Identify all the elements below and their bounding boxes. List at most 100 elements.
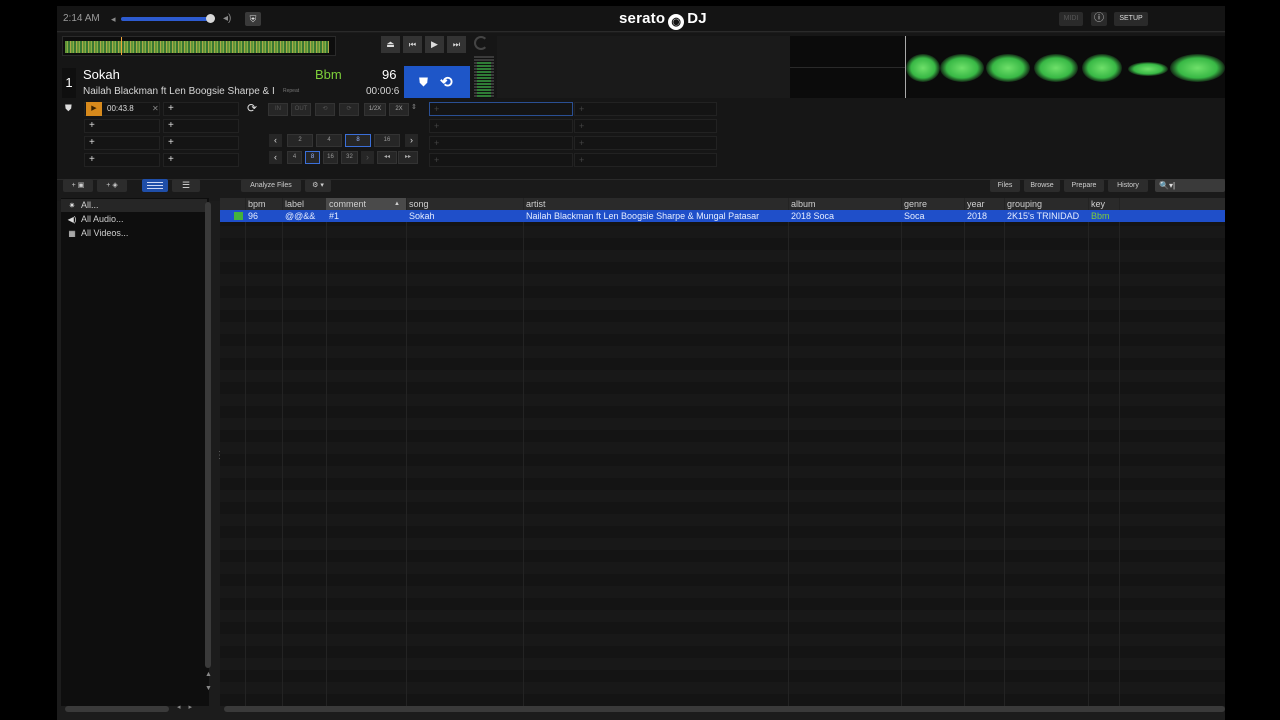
sampler-slot-3[interactable]: + bbox=[429, 119, 573, 133]
sort-ascending-icon: ▲ bbox=[394, 201, 400, 207]
add-crate-icon[interactable]: + ▣ bbox=[63, 179, 93, 192]
midi-button[interactable]: MIDI bbox=[1059, 12, 1083, 26]
autoloop-2[interactable]: 2 bbox=[287, 134, 313, 147]
tab-prepare[interactable]: Prepare bbox=[1064, 179, 1104, 192]
column-header-song[interactable]: song bbox=[406, 198, 523, 210]
hot-cue-1-play-icon[interactable]: ▶ bbox=[86, 102, 102, 116]
crate-all[interactable]: ✷ All... bbox=[61, 199, 207, 212]
add-smart-crate-icon[interactable]: + ◈ bbox=[97, 179, 127, 192]
autoloop-4[interactable]: 4 bbox=[316, 134, 342, 147]
scroll-down-icon[interactable]: ▼ bbox=[205, 685, 212, 692]
search-input[interactable]: 🔍▾| bbox=[1155, 179, 1225, 192]
loop-stepper-icon[interactable]: ⇕ bbox=[411, 103, 417, 111]
sidebar-horizontal-scrollbar[interactable] bbox=[65, 706, 169, 712]
sampler-slot-1[interactable]: + bbox=[429, 102, 573, 116]
info-icon[interactable]: ⓘ bbox=[1091, 12, 1107, 26]
detail-view-button[interactable]: ☰ bbox=[172, 179, 200, 192]
column-header-album[interactable]: album bbox=[788, 198, 901, 210]
tab-browse[interactable]: Browse bbox=[1024, 179, 1060, 192]
column-header-grouping[interactable]: grouping bbox=[1004, 198, 1088, 210]
hot-cue-8[interactable]: + bbox=[163, 153, 239, 167]
repeat-label[interactable]: Repeat bbox=[283, 88, 299, 94]
autoloop-8[interactable]: 8 bbox=[345, 134, 371, 147]
hot-cue-4[interactable]: + bbox=[163, 119, 239, 133]
loop-double-button[interactable]: 2X bbox=[389, 103, 409, 116]
column-header-genre[interactable]: genre bbox=[901, 198, 964, 210]
serato-dj-window: 2:14 AM ◂ ◂) ⛨ serato ◉ DJ MIDI ⓘ SETUP ⏏ … bbox=[57, 6, 1225, 720]
loop-toggle-icon[interactable]: ⟳ bbox=[247, 101, 257, 115]
scroll-up-icon[interactable]: ▲ bbox=[205, 671, 212, 678]
table-horizontal-scrollbar[interactable] bbox=[224, 706, 1225, 712]
tab-history[interactable]: History bbox=[1108, 179, 1148, 192]
sampler-slot-8[interactable]: + bbox=[574, 153, 717, 167]
hot-cue-6[interactable]: + bbox=[163, 136, 239, 150]
sampler-slot-4[interactable]: + bbox=[574, 119, 717, 133]
column-divider bbox=[1119, 198, 1120, 706]
platter-indicator bbox=[474, 36, 488, 50]
column-header-comment[interactable]: comment ▲ bbox=[326, 198, 406, 210]
cell-song: Sokah bbox=[409, 211, 435, 221]
loop-roll-left-arrow[interactable]: ‹ bbox=[269, 151, 282, 164]
crate-all-audio[interactable]: ◀) All Audio... bbox=[61, 213, 207, 226]
tab-files[interactable]: Files bbox=[990, 179, 1020, 192]
waveform-transient bbox=[940, 54, 984, 82]
eject-button[interactable]: ⏏ bbox=[381, 36, 400, 53]
loop-roll-8[interactable]: 8 bbox=[305, 151, 320, 164]
cell-genre: Soca bbox=[904, 211, 925, 221]
list-view-button[interactable] bbox=[142, 179, 168, 192]
shield-icon[interactable]: ⛨ bbox=[245, 12, 261, 26]
serato-disc-icon: ◉ bbox=[668, 14, 685, 30]
autoloop-16[interactable]: 16 bbox=[374, 134, 400, 147]
loop-half-button[interactable]: 1/2X bbox=[364, 103, 386, 116]
master-volume-slider[interactable] bbox=[121, 17, 215, 21]
column-header-label[interactable]: label bbox=[282, 198, 326, 210]
column-header-bpm[interactable]: bpm bbox=[245, 198, 282, 210]
crate-all-videos[interactable]: ▦ All Videos... bbox=[61, 227, 207, 240]
previous-track-icon[interactable]: ⏮ bbox=[403, 36, 422, 53]
volume-down-icon[interactable]: ◂ bbox=[111, 14, 116, 25]
hot-cue-7[interactable]: + bbox=[84, 153, 160, 167]
hot-cue-2[interactable]: + bbox=[163, 102, 239, 116]
loop-out-button[interactable]: OUT bbox=[291, 103, 311, 116]
loop-roll-16[interactable]: 16 bbox=[323, 151, 338, 164]
sampler-slot-7[interactable]: + bbox=[429, 153, 573, 167]
column-header-artist[interactable]: artist bbox=[523, 198, 788, 210]
cue-flag-icon[interactable]: ⛊ bbox=[65, 103, 72, 114]
overview-playhead bbox=[121, 37, 122, 55]
loop-roll-4[interactable]: 4 bbox=[287, 151, 302, 164]
column-header-year[interactable]: year bbox=[964, 198, 1004, 210]
zoomed-waveform[interactable] bbox=[790, 36, 1225, 98]
settings-gear-icon[interactable]: ⚙ ▾ bbox=[305, 179, 331, 192]
track-overview-waveform[interactable] bbox=[62, 36, 336, 56]
hot-cue-5[interactable]: + bbox=[84, 136, 160, 150]
clock: 2:14 AM bbox=[63, 13, 100, 24]
sync-loop-icon[interactable]: ⟲ bbox=[440, 73, 453, 91]
hot-cue-1-delete-icon[interactable]: ✕ bbox=[152, 104, 159, 113]
setup-button[interactable]: SETUP bbox=[1114, 12, 1148, 26]
analyze-files-button[interactable]: Analyze Files bbox=[241, 179, 301, 192]
beatjump-back-icon[interactable]: ◂◂ bbox=[377, 151, 397, 164]
sidebar-scrollbar[interactable] bbox=[205, 202, 211, 668]
volume-up-icon[interactable]: ◂) bbox=[223, 13, 231, 24]
track-title: Sokah bbox=[83, 67, 120, 82]
reloop-icon[interactable]: ⟲ bbox=[315, 103, 335, 116]
play-icon[interactable]: ▶ bbox=[425, 36, 444, 53]
autoloop-left-arrow[interactable]: ‹ bbox=[269, 134, 282, 147]
loop-active-icon[interactable]: ⟳ bbox=[339, 103, 359, 116]
cue-point-icon[interactable]: ⛊ bbox=[419, 75, 428, 90]
loop-roll-right-arrow[interactable]: › bbox=[361, 151, 374, 164]
autoloop-right-arrow[interactable]: › bbox=[405, 134, 418, 147]
sampler-slot-5[interactable]: + bbox=[429, 136, 573, 150]
logo-text-dj: DJ bbox=[687, 10, 707, 27]
sampler-slot-6[interactable]: + bbox=[574, 136, 717, 150]
loop-roll-32[interactable]: 32 bbox=[341, 151, 358, 164]
beatjump-forward-icon[interactable]: ▸▸ bbox=[398, 151, 418, 164]
film-icon: ▦ bbox=[68, 229, 76, 238]
waveform-transient bbox=[1170, 54, 1225, 82]
loop-in-button[interactable]: IN bbox=[268, 103, 288, 116]
column-header-key[interactable]: key bbox=[1088, 198, 1119, 210]
scroll-arrows-icon[interactable]: ◂▸ bbox=[177, 703, 200, 711]
hot-cue-3[interactable]: + bbox=[84, 119, 160, 133]
sampler-slot-2[interactable]: + bbox=[574, 102, 717, 116]
next-track-icon[interactable]: ⏭ bbox=[447, 36, 466, 53]
